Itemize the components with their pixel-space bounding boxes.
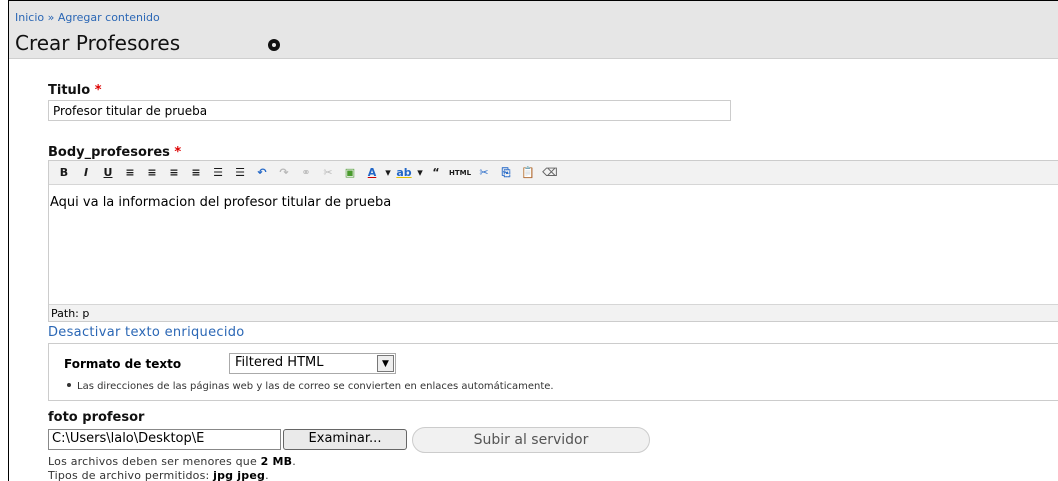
circle-icon[interactable] <box>268 39 280 51</box>
highlight-button[interactable]: ab <box>393 164 415 182</box>
justify-button[interactable]: ≡ <box>185 164 207 182</box>
bullet-icon <box>67 383 71 387</box>
required-mark: * <box>94 83 102 98</box>
text-format-label: Formato de texto <box>64 357 182 371</box>
page-frame: Inicio » Agregar contenido Crear Profeso… <box>8 0 1058 481</box>
breadcrumb: Inicio » Agregar contenido <box>15 11 160 24</box>
title-input[interactable]: Profesor titular de prueba <box>48 100 731 121</box>
unlink-button[interactable]: ✂ <box>317 164 339 182</box>
node-form: Titulo * Profesor titular de prueba Body… <box>9 59 1058 481</box>
text-color-button[interactable]: A <box>361 164 383 182</box>
text-format-select[interactable]: Filtered HTML ▼ <box>229 353 396 374</box>
bold-button[interactable]: B <box>53 164 75 182</box>
editor-toolbar: B I U ≡ ≡ ≡ ≡ ☰ ☰ ↶ ↷ ⚭ ✂ ▣ A ▾ ab ▾ “ H… <box>49 161 1058 185</box>
file-size-limit: 2 MB <box>260 455 293 468</box>
link-button[interactable]: ⚭ <box>295 164 317 182</box>
numbered-list-button[interactable]: ☰ <box>229 164 251 182</box>
undo-button[interactable]: ↶ <box>251 164 273 182</box>
editor-content-area[interactable]: Aqui va la informacion del profesor titu… <box>49 185 1058 290</box>
bullet-list-button[interactable]: ☰ <box>207 164 229 182</box>
highlight-dropdown-icon[interactable]: ▾ <box>415 164 425 182</box>
blockquote-button[interactable]: “ <box>425 164 447 182</box>
photo-field-label: foto profesor <box>48 410 145 425</box>
redo-button[interactable]: ↷ <box>273 164 295 182</box>
page-header: Inicio » Agregar contenido Crear Profeso… <box>9 1 1058 59</box>
title-label-text: Titulo <box>48 83 91 98</box>
page-title: Crear Profesores <box>15 31 181 55</box>
required-mark: * <box>174 145 182 160</box>
breadcrumb-home-link[interactable]: Inicio <box>15 11 44 24</box>
disable-rich-text-link[interactable]: Desactivar texto enriquecido <box>48 325 245 340</box>
copy-button[interactable]: ⎘ <box>495 164 517 182</box>
html-source-button[interactable]: HTML <box>447 164 473 182</box>
align-right-button[interactable]: ≡ <box>163 164 185 182</box>
browse-button[interactable]: Examinar... <box>283 429 407 450</box>
image-button[interactable]: ▣ <box>339 164 361 182</box>
text-color-dropdown-icon[interactable]: ▾ <box>383 164 393 182</box>
text-format-tip: Las direcciones de las páginas web y las… <box>63 381 554 392</box>
text-format-tip-text: Las direcciones de las páginas web y las… <box>77 381 554 392</box>
upload-button[interactable]: Subir al servidor <box>412 427 650 453</box>
text-format-fieldset: Formato de texto Filtered HTML ▼ Las dir… <box>48 343 1058 401</box>
remove-format-button[interactable]: ⌫ <box>539 164 561 182</box>
file-types-note-prefix: Tipos de archivo permitidos: <box>48 469 210 481</box>
rich-text-editor: B I U ≡ ≡ ≡ ≡ ☰ ☰ ↶ ↷ ⚭ ✂ ▣ A ▾ ab ▾ “ H… <box>48 160 1058 322</box>
file-size-note-prefix: Los archivos deben ser menores que <box>48 455 257 468</box>
text-format-selected: Filtered HTML <box>235 355 324 370</box>
file-size-note-suffix: . <box>292 455 296 468</box>
body-field-label: Body_profesores * <box>48 145 181 160</box>
breadcrumb-separator: » <box>47 11 55 24</box>
file-types-note-suffix: . <box>265 469 269 481</box>
file-types-allowed: jpg jpeg <box>213 469 266 481</box>
align-center-button[interactable]: ≡ <box>141 164 163 182</box>
breadcrumb-current-link[interactable]: Agregar contenido <box>58 11 160 24</box>
title-field-label: Titulo * <box>48 83 102 98</box>
italic-button[interactable]: I <box>75 164 97 182</box>
body-label-text: Body_profesores <box>48 145 170 160</box>
editor-path-bar: Path: p <box>49 304 1058 321</box>
file-path-input[interactable]: C:\Users\lalo\Desktop\E <box>48 429 281 450</box>
file-types-note: Tipos de archivo permitidos: jpg jpeg. <box>48 469 269 481</box>
chevron-down-icon[interactable]: ▼ <box>377 355 394 372</box>
underline-button[interactable]: U <box>97 164 119 182</box>
cut-button[interactable]: ✂ <box>473 164 495 182</box>
align-left-button[interactable]: ≡ <box>119 164 141 182</box>
paste-button[interactable]: 📋 <box>517 164 539 182</box>
file-size-note: Los archivos deben ser menores que 2 MB. <box>48 455 296 468</box>
